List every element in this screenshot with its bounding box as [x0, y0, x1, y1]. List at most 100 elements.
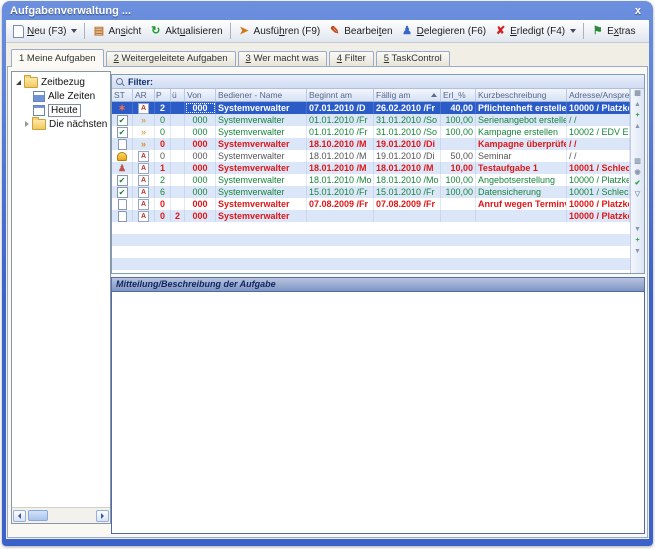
window-title: Aufgabenverwaltung ... [10, 5, 632, 17]
grid-nav-icon[interactable]: ▲ [634, 101, 641, 109]
table-row[interactable]: A 0 2 000 Systemverwalter 10000 / [112, 210, 630, 222]
toolbar-button[interactable] [84, 23, 85, 39]
tree-item-heute[interactable]: Heute [12, 103, 110, 117]
tree-horizontal-scrollbar[interactable] [12, 507, 110, 523]
toolbar-label: Neu (F3) [27, 26, 66, 37]
cell-faellig-am: 31.01.2010 /So [374, 114, 441, 126]
grid-nav-icon[interactable]: + [635, 112, 639, 120]
table-row[interactable]: A 0 000 Systemverwalter 07.08.2009 /Fr 0… [112, 198, 630, 210]
message-body[interactable] [111, 291, 645, 534]
grid-nav-icon[interactable]: ▽ [635, 191, 640, 199]
cell-erledigt-prozent: 100,00 [441, 186, 476, 198]
grid-nav-icon[interactable]: + [635, 237, 639, 245]
tab[interactable]: 3 Wer macht was [238, 51, 327, 66]
expander-closed-icon[interactable] [25, 121, 29, 127]
column-header-p[interactable]: P [155, 89, 171, 102]
scrollbar-thumb[interactable] [28, 510, 48, 521]
table-row[interactable]: A 0 000 Systemverwalter 18.01.2010 /M 19… [112, 150, 630, 162]
all-times-icon [33, 91, 45, 102]
toolbar-label: Erledigt (F4) [510, 26, 565, 37]
column-header-beginnt[interactable]: Beginnt am [307, 89, 374, 102]
dropdown-arrow-icon[interactable] [71, 29, 77, 33]
grid-nav-icon[interactable]: ▼ [634, 226, 641, 234]
cell-von: 000 [185, 162, 216, 174]
column-header-von[interactable]: Von [185, 89, 216, 102]
tab[interactable]: 4 Filter [329, 51, 374, 66]
toolbar-button[interactable]: Neu (F3) [9, 24, 81, 39]
cell-ue [171, 162, 185, 174]
table-row[interactable]: ✔ A 6 000 Systemverwalter 15.01.2010 /Fr… [112, 186, 630, 198]
table-row[interactable]: ✔ » 0 000 Systemverwalter 01.01.2010 /Fr… [112, 114, 630, 126]
toolbar-button[interactable]: ♟ Delegieren (F6) [397, 24, 491, 39]
column-header-faellig[interactable]: Fällig am [374, 89, 441, 102]
cell-bediener: Systemverwalter [216, 102, 307, 114]
column-header-ar[interactable]: AR [133, 89, 155, 102]
toolbar-button[interactable]: ➤ Ausführen (F9) [234, 24, 325, 39]
cell-faellig-am [374, 210, 441, 222]
cell-ue [171, 138, 185, 150]
grid-nav-icon[interactable]: ✔ [635, 180, 641, 188]
table-row[interactable]: ✔ A 2 000 Systemverwalter 18.01.2010 /Mo… [112, 174, 630, 186]
cell-priority: 0 [155, 138, 171, 150]
tree-label-selected[interactable]: Heute [48, 104, 81, 117]
toolbar-button[interactable]: ✎ Bearbeiten [324, 24, 396, 39]
cell-erledigt-prozent: 100,00 [441, 114, 476, 126]
grid-nav-icon[interactable]: ▲ [634, 123, 641, 131]
column-header-adresse[interactable]: Adresse/Ansprechpartner [567, 89, 630, 102]
toolbar-icon: ▤ [92, 25, 105, 38]
cell-beginnt-am: 18.01.2010 /M [307, 162, 374, 174]
cell-priority: 0 [155, 114, 171, 126]
tree-label[interactable]: Die nächsten [49, 119, 107, 130]
cell-priority: 0 [155, 150, 171, 162]
filter-bar[interactable]: Filter: [112, 75, 644, 89]
toolbar-button[interactable]: ✘ Erledigt (F4) [490, 24, 580, 39]
toolbar-button[interactable]: ↻ Aktualisieren [145, 24, 226, 39]
tree-item-zeitbezug[interactable]: Zeitbezug [12, 75, 110, 89]
table-row[interactable]: ✔ » 0 000 Systemverwalter 01.01.2010 /Fr… [112, 126, 630, 138]
cell-adresse: / / [567, 114, 630, 126]
toolbar-button[interactable] [583, 23, 584, 39]
cell-faellig-am: 19.01.2010 /Di [374, 138, 441, 150]
tree-label[interactable]: Alle Zeiten [48, 91, 95, 102]
filter-label: Filter: [128, 77, 153, 87]
table-row[interactable]: » 0 000 Systemverwalter 18.10.2010 /M 19… [112, 138, 630, 150]
column-header-bediener[interactable]: Bediener - Name [216, 89, 307, 102]
toolbar-button[interactable]: ⚑ Extras [587, 24, 639, 39]
column-header-kurzbeschreibung[interactable]: Kurzbeschreibung [476, 89, 567, 102]
cell-bediener: Systemverwalter [216, 126, 307, 138]
table-row[interactable]: ✶ A 2 000 Systemverwalter 07.01.2010 /D … [112, 102, 630, 114]
grid-nav-strip: ▦ ▲ + ▲ ▥ ◉ ✔ ▽ ▼ + ▼ [630, 89, 644, 273]
scroll-left-button[interactable] [13, 510, 26, 522]
column-header-st[interactable]: ST [112, 89, 133, 102]
column-header-ue[interactable]: ü [171, 89, 185, 102]
tree-item-die-naechsten[interactable]: Die nächsten [12, 117, 110, 131]
cell-von: 000 [185, 102, 216, 114]
cell-bediener: Systemverwalter [216, 198, 307, 210]
table-row[interactable]: ♟ A 1 000 Systemverwalter 18.01.2010 /M … [112, 162, 630, 174]
grid-nav-icon[interactable]: ▦ [634, 90, 641, 98]
cell-faellig-am: 31.01.2010 /So [374, 126, 441, 138]
grid-nav-icon[interactable]: ▥ [634, 158, 641, 166]
grid-nav-icon[interactable]: ◉ [634, 169, 640, 177]
toolbar-icon: ⚑ [591, 25, 604, 38]
tab[interactable]: 5 TaskControl [376, 51, 450, 66]
expander-open-icon[interactable] [16, 80, 21, 85]
sort-asc-icon [431, 93, 437, 97]
cell-erledigt-prozent: 100,00 [441, 126, 476, 138]
tree-item-alle-zeiten[interactable]: Alle Zeiten [12, 89, 110, 103]
cell-ue [171, 150, 185, 162]
cell-adresse: 10002 / EDV Einzelhandel Dietsch GmbH / … [567, 126, 630, 138]
close-button[interactable]: x [632, 5, 644, 17]
toolbar-button[interactable]: ▤ Ansicht [88, 24, 145, 39]
tree-label[interactable]: Zeitbezug [41, 77, 85, 88]
tab[interactable]: 1 Meine Aufgaben [11, 49, 104, 67]
tab[interactable]: 2 Weitergeleitete Aufgaben [106, 51, 236, 66]
dropdown-arrow-icon[interactable] [570, 29, 576, 33]
status-icon: ✔ [112, 186, 133, 198]
toolbar-button[interactable] [230, 23, 231, 39]
scroll-right-button[interactable] [96, 510, 109, 522]
cell-bediener: Systemverwalter [216, 114, 307, 126]
grid-nav-icon[interactable]: ▼ [634, 248, 641, 256]
toolbar-label: Bearbeiten [344, 26, 392, 37]
column-header-erl[interactable]: Erl_% [441, 89, 476, 102]
